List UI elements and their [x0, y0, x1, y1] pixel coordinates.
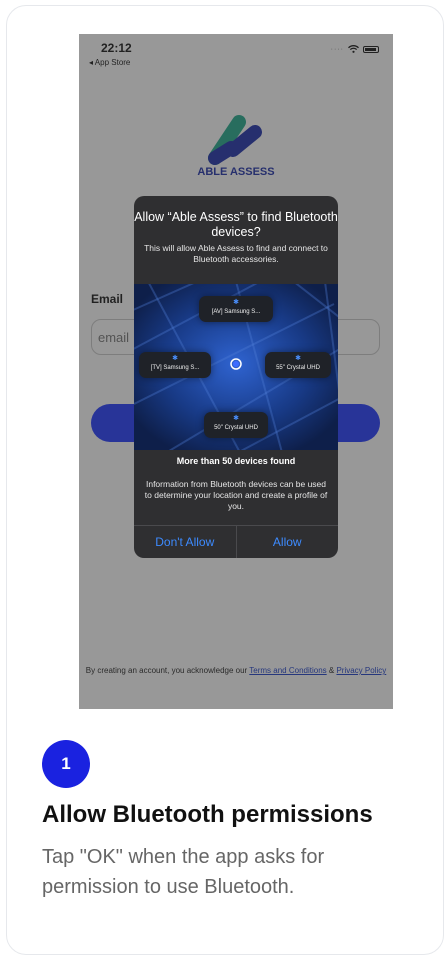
device-name: [AV] Samsung S... — [211, 309, 261, 315]
bluetooth-icon: ✱ — [172, 355, 178, 362]
bluetooth-icon: ✱ — [233, 415, 239, 422]
device-chip[interactable]: ✱ 55" Crystal UHD — [265, 352, 331, 378]
device-chip[interactable]: ✱ [AV] Samsung S... — [199, 296, 273, 322]
dialog-actions: Don't Allow Allow — [134, 525, 338, 558]
dialog-subtitle: This will allow Able Assess to find and … — [144, 243, 328, 264]
dont-allow-button[interactable]: Don't Allow — [134, 526, 236, 558]
phone-screenshot: 22:12 ◂ App Store ···· ABLE ASSESS Email… — [79, 34, 393, 709]
step-title: Allow Bluetooth permissions — [42, 801, 373, 828]
device-name: 55" Crystal UHD — [276, 365, 320, 371]
bluetooth-icon: ✱ — [233, 299, 239, 306]
device-chip[interactable]: ✱ [TV] Samsung S... — [139, 352, 211, 378]
bluetooth-permission-dialog: Allow “Able Assess” to find Bluetooth de… — [134, 196, 338, 558]
device-name: [TV] Samsung S... — [150, 365, 200, 371]
nearby-devices-map: ✱ [AV] Samsung S... ✱ [TV] Samsung S... … — [134, 284, 338, 450]
devices-found-count: More than 50 devices found — [176, 456, 296, 466]
instruction-card: 22:12 ◂ App Store ···· ABLE ASSESS Email… — [6, 5, 444, 955]
step-description: Tap "OK" when the app asks for permissio… — [42, 846, 325, 898]
device-name: 50" Crystal UHD — [214, 425, 258, 431]
dialog-info: Information from Bluetooth devices can b… — [144, 479, 328, 511]
dialog-title: Allow “Able Assess” to find Bluetooth de… — [134, 210, 338, 239]
device-chip[interactable]: ✱ 50" Crystal UHD — [204, 412, 268, 438]
step-number-badge: 1 — [42, 740, 90, 788]
bluetooth-icon: ✱ — [295, 355, 301, 362]
allow-button[interactable]: Allow — [235, 526, 339, 558]
